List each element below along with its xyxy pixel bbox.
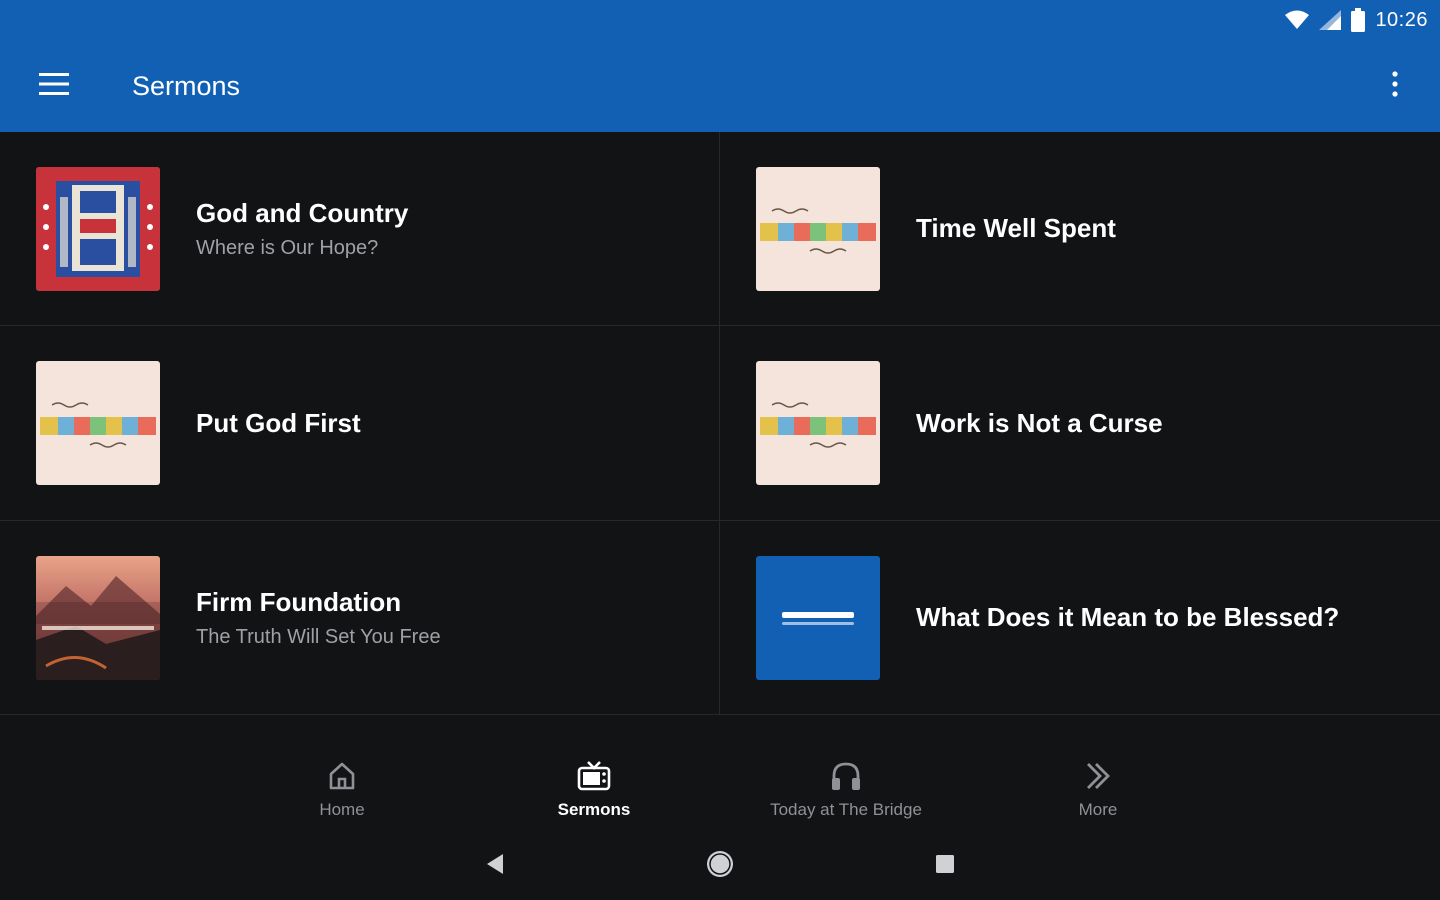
nav-label: Home — [319, 800, 365, 819]
sermon-title: Time Well Spent — [916, 213, 1116, 243]
wifi-icon — [1285, 10, 1310, 30]
sermon-item[interactable]: Time Well Spent — [720, 132, 1440, 326]
sermon-artwork-the-bridge — [756, 555, 880, 680]
system-navigation-bar — [0, 832, 1440, 900]
more-vertical-icon — [1392, 70, 1398, 102]
sermon-item[interactable]: Work is Not a Curse — [720, 326, 1440, 521]
sermon-artwork-god-and-country — [36, 166, 160, 291]
menu-button[interactable] — [0, 40, 108, 132]
tv-icon — [577, 758, 611, 794]
nav-label: Sermons — [557, 800, 631, 819]
home-system-button[interactable] — [705, 849, 735, 884]
app-bar: Sermons — [0, 40, 1440, 132]
nav-item-today-at-the-bridge[interactable]: Today at The Bridge — [720, 742, 972, 832]
nav-label: More — [1078, 800, 1118, 819]
cell-signal-icon — [1319, 10, 1342, 30]
hamburger-menu-icon — [39, 72, 69, 100]
nav-item-more[interactable]: More — [972, 742, 1224, 832]
recents-button[interactable] — [935, 854, 955, 879]
bottom-navigation: Home Sermons Today at The Bridge More — [0, 742, 1440, 832]
sermon-artwork-whatever — [36, 361, 160, 485]
nav-item-sermons[interactable]: Sermons — [468, 742, 720, 832]
recents-square-icon — [935, 854, 955, 879]
sermon-item[interactable]: God and Country Where is Our Hope? — [0, 132, 720, 326]
clock: 10:26 — [1375, 8, 1428, 31]
home-circle-icon — [705, 849, 735, 884]
nav-item-home[interactable]: Home — [216, 742, 468, 832]
chevrons-right-icon — [1084, 758, 1112, 794]
sermon-artwork-firm-foundation — [36, 555, 160, 680]
sermon-item[interactable]: What Does it Mean to be Blessed? — [720, 521, 1440, 715]
sermon-title: Put God First — [196, 407, 361, 438]
headphones-icon — [830, 758, 862, 794]
sermon-title: God and Country — [196, 197, 409, 228]
home-icon — [328, 758, 356, 794]
back-button[interactable] — [485, 853, 505, 880]
sermon-grid: God and Country Where is Our Hope? Time … — [0, 132, 1440, 742]
status-bar: 10:26 — [0, 0, 1440, 40]
battery-icon — [1351, 8, 1366, 32]
overflow-menu-button[interactable] — [1350, 40, 1440, 132]
sermon-item[interactable]: Put God First — [0, 326, 720, 521]
nav-label: Today at The Bridge — [770, 800, 922, 819]
sermon-artwork-whatever — [756, 166, 880, 291]
sermon-artwork-whatever — [756, 361, 880, 485]
sermon-title: Firm Foundation — [196, 586, 402, 617]
back-triangle-icon — [485, 853, 505, 880]
sermon-title: What Does it Mean to be Blessed? — [916, 602, 1340, 632]
sermon-subtitle: The Truth Will Set You Free — [196, 625, 441, 648]
sermon-item[interactable]: Firm Foundation The Truth Will Set You F… — [0, 521, 720, 715]
page-title: Sermons — [132, 70, 241, 101]
sermon-subtitle: Where is Our Hope? — [196, 236, 379, 259]
sermon-title: Work is Not a Curse — [916, 407, 1163, 438]
